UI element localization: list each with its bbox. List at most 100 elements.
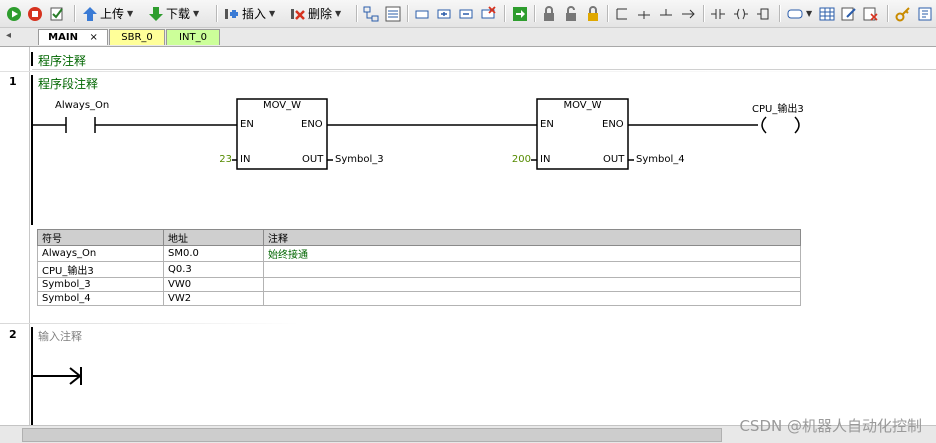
stop-button[interactable]	[27, 4, 43, 23]
insert-row-button[interactable]	[436, 4, 452, 23]
line-right-button[interactable]	[680, 4, 696, 23]
tab-main-label: MAIN	[48, 32, 78, 43]
program-icon	[385, 6, 401, 21]
block-1-eno: ENO	[301, 119, 323, 130]
line-up-icon	[660, 8, 672, 15]
arrow-right-icon	[682, 9, 695, 18]
program-view-button[interactable]	[385, 4, 401, 23]
chevron-down-icon: ▼	[806, 9, 813, 18]
delete-icon	[291, 8, 305, 20]
toolbar-separator	[74, 5, 76, 22]
table-row[interactable]: Symbol_3 VW0	[37, 277, 801, 292]
insert-icon	[225, 8, 238, 19]
coil-button[interactable]	[733, 4, 749, 23]
tab-int0[interactable]: INT_0	[166, 29, 220, 45]
arrow-up-icon	[83, 6, 97, 21]
close-icon[interactable]: ×	[89, 32, 97, 43]
toolbar-separator	[534, 5, 536, 22]
delete-element-button[interactable]	[480, 4, 496, 23]
crossref-button[interactable]	[863, 4, 879, 23]
insert-column-button[interactable]	[458, 4, 474, 23]
network-icon	[363, 6, 379, 21]
tab-sbr0[interactable]: SBR_0	[109, 29, 165, 45]
header-address: 地址	[163, 229, 264, 246]
block-2-out-value[interactable]: Symbol_4	[636, 154, 685, 165]
block-1-out-pin: OUT	[302, 154, 324, 165]
run-button[interactable]	[6, 4, 22, 23]
unlock-button[interactable]	[563, 4, 579, 23]
watermark: CSDN @机器人自动化控制	[739, 417, 922, 435]
tab-bar: ◂ MAIN × SBR_0 INT_0	[0, 28, 936, 47]
network-2-comment[interactable]: 输入注释	[38, 328, 82, 344]
compile-button[interactable]	[49, 4, 65, 23]
insert-button[interactable]: 插入 ▼	[224, 4, 275, 23]
chevron-down-icon: ▼	[335, 9, 342, 18]
crossref-icon	[863, 7, 878, 21]
contact-label[interactable]: Always_On	[55, 100, 109, 111]
chevron-down-icon: ▼	[193, 9, 200, 18]
key-button[interactable]	[895, 4, 911, 23]
delete-label: 删除	[308, 7, 333, 21]
network-2-empty-rung[interactable]	[30, 365, 90, 389]
pou-icon	[787, 9, 803, 18]
pou-button[interactable]: ▼	[787, 4, 812, 23]
chevron-down-icon: ▼	[127, 9, 134, 18]
toolbar-separator	[216, 5, 218, 22]
line-up-button[interactable]	[658, 4, 674, 23]
toolbar-separator	[779, 5, 781, 22]
tab-sbr0-label: SBR_0	[121, 32, 153, 43]
download-button[interactable]: 下载 ▼	[148, 4, 199, 23]
key-icon	[895, 6, 910, 21]
table-row[interactable]: Symbol_4 VW2	[37, 291, 801, 306]
symbol-table-button[interactable]	[819, 4, 835, 23]
upload-button[interactable]: 上传 ▼	[82, 4, 133, 23]
info-button[interactable]	[917, 4, 933, 23]
toolbar-separator	[887, 5, 889, 22]
table-row[interactable]: CPU_输出3 Q0.3	[37, 261, 801, 278]
tab-main[interactable]: MAIN ×	[38, 29, 108, 45]
box-insert-button[interactable]	[756, 4, 772, 23]
edit-button[interactable]	[841, 4, 857, 23]
network-1-ladder	[31, 75, 800, 225]
symbol-table-header: 符号 地址 注释	[37, 229, 801, 246]
header-comment: 注释	[263, 229, 801, 246]
tab-int0-label: INT_0	[179, 32, 207, 43]
branch-down-button[interactable]	[636, 4, 652, 23]
block-2-in-pin: IN	[540, 154, 551, 165]
block-2-in-value[interactable]: 200	[503, 154, 531, 165]
lock-button[interactable]	[541, 4, 557, 23]
branch-up-icon	[616, 8, 627, 19]
block-1-in-value[interactable]: 23	[208, 154, 232, 165]
toolbar-separator	[607, 5, 609, 22]
tab-scroll-left-icon[interactable]: ◂	[6, 30, 11, 41]
box-button[interactable]	[414, 4, 430, 23]
protect-icon	[588, 5, 598, 21]
cell-symbol: Symbol_3	[37, 277, 164, 292]
table-row[interactable]: Always_On SM0.0 始终接通	[37, 245, 801, 262]
contact-button[interactable]	[710, 4, 726, 23]
cell-comment	[263, 277, 801, 292]
cell-address: Q0.3	[163, 261, 264, 278]
coil-right	[794, 116, 800, 134]
coil-label[interactable]: CPU_输出3	[752, 100, 804, 115]
cell-comment	[263, 261, 801, 278]
stop-icon	[28, 6, 42, 21]
download-label: 下载	[166, 7, 191, 21]
ladder-editor[interactable]: 程序注释 1 程序段注释 Always_On MOV_W EN ENO IN O…	[0, 47, 936, 425]
symbol-table: 符号 地址 注释 Always_On SM0.0 始终接通 CPU_输出3 Q0…	[37, 229, 801, 306]
block-1-out-value[interactable]: Symbol_3	[335, 154, 384, 165]
block-1-in-pin: IN	[240, 154, 251, 165]
table-icon	[819, 7, 835, 20]
protect-button[interactable]	[585, 4, 601, 23]
arrow-down-icon	[149, 6, 163, 21]
network-view-button[interactable]	[363, 4, 379, 23]
toolbar-separator	[407, 5, 409, 22]
network-2-number: 2	[9, 328, 17, 341]
goto-button[interactable]	[512, 4, 528, 23]
delete-button[interactable]: 删除 ▼	[290, 4, 341, 23]
branch-up-button[interactable]	[614, 4, 630, 23]
block-2-title: MOV_W	[563, 100, 602, 111]
block-1-title: MOV_W	[262, 100, 302, 111]
block-2-out-pin: OUT	[603, 154, 625, 165]
scrollbar-thumb[interactable]	[22, 428, 722, 442]
